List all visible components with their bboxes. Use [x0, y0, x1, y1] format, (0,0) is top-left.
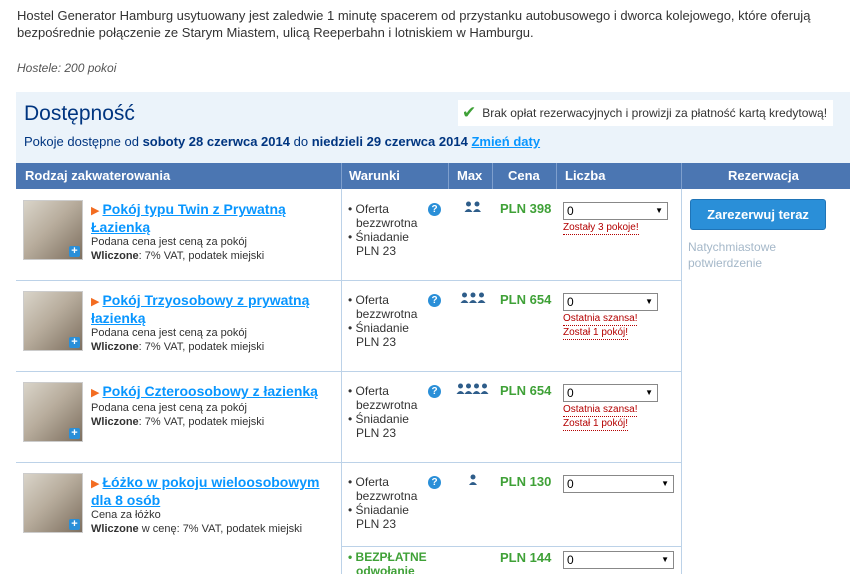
room-price-flexible: PLN 144 — [500, 550, 552, 565]
price-note: Podana cena jest ceną za pokój — [91, 327, 247, 339]
price-note: Podana cena jest ceną za pokój — [91, 236, 247, 248]
availability-section: Dostępność ✔ Brak opłat rezerwacyjnych i… — [16, 92, 850, 574]
conditions: • Oferta bezzwrotna • Śniadanie PLN 23 — [348, 475, 428, 531]
availability-warning: Został 1 pokój! — [563, 327, 629, 340]
dates-mid: do — [293, 134, 309, 149]
room-name-link[interactable]: Pokój typu Twin z Prywatną Łazienką — [91, 201, 286, 235]
last-chance-warning: Ostatnia szansa! — [563, 404, 638, 417]
enlarge-icon[interactable]: + — [69, 519, 80, 530]
header-reservation: Rezerwacja — [728, 168, 799, 183]
availability-title: Dostępność — [24, 102, 135, 125]
last-chance-warning: Ostatnia szansa! — [563, 313, 638, 326]
quantity-select[interactable]: 0 ▼ — [563, 551, 674, 569]
condition-nonrefundable: • Oferta bezzwrotna — [348, 475, 418, 503]
room-photo[interactable]: + — [23, 473, 83, 533]
price-note: Podana cena jest ceną za pokój — [91, 402, 247, 414]
room-photo[interactable]: + — [23, 200, 83, 260]
condition-nonrefundable: • Oferta bezzwrotna — [348, 202, 418, 230]
4-persons-icon — [456, 383, 490, 398]
reservation-column: Zarezerwuj teraz Natychmiastowe potwierd… — [681, 189, 850, 574]
arrow-right-icon: ▶ — [91, 387, 100, 399]
room-name-link[interactable]: Pokój Czteroosobowy z łazienką — [102, 383, 318, 399]
help-icon[interactable]: ? — [428, 294, 441, 307]
3-persons-icon — [460, 292, 486, 307]
condition-breakfast: • Śniadanie PLN 23 — [348, 503, 409, 531]
enlarge-icon[interactable]: + — [69, 337, 80, 348]
arrow-right-icon: ▶ — [91, 478, 100, 490]
rooms-table: + ▶ Pokój typu Twin z Prywatną Łazienką P… — [16, 189, 681, 574]
condition-breakfast: • Śniadanie PLN 23 — [348, 230, 409, 258]
no-fees-badge: ✔ Brak opłat rezerwacyjnych i prowizji z… — [458, 100, 834, 126]
room-photo[interactable]: + — [23, 291, 83, 351]
change-dates-link[interactable]: Zmień daty — [471, 134, 540, 149]
conditions-free-cancel: • BEZPŁATNE odwołanie — [348, 550, 428, 574]
header-max: Max — [457, 168, 483, 183]
quantity-select[interactable]: 0 ▼ — [563, 475, 674, 493]
availability-dates: Pokoje dostępne od soboty 28 czerwca 201… — [24, 134, 540, 149]
room-price: PLN 654 — [500, 292, 552, 307]
room-photo[interactable]: + — [23, 382, 83, 442]
condition-breakfast: • Śniadanie PLN 23 — [348, 412, 409, 440]
header-type: Rodzaj zakwaterowania — [25, 168, 171, 183]
condition-nonrefundable: • Oferta bezzwrotna — [348, 293, 418, 321]
availability-warning: Zostały 3 pokoje! — [563, 222, 639, 235]
instant-confirmation: Natychmiastowe potwierdzenie — [688, 240, 777, 270]
quantity-select[interactable]: 0 ▼ — [563, 202, 668, 220]
enlarge-icon[interactable]: + — [69, 428, 80, 439]
condition-breakfast: • Śniadanie PLN 23 — [348, 321, 409, 349]
help-icon[interactable]: ? — [428, 385, 441, 398]
checkmark-icon: ✔ — [462, 103, 477, 122]
book-now-button[interactable]: Zarezerwuj teraz — [690, 199, 826, 230]
room-price: PLN 398 — [500, 201, 552, 216]
conditions: • Oferta bezzwrotna • Śniadanie PLN 23 — [348, 384, 428, 440]
conditions: • Oferta bezzwrotna • Śniadanie PLN 23 — [348, 202, 428, 258]
header-conditions: Warunki — [349, 168, 400, 183]
header-quantity: Liczba — [565, 168, 606, 183]
condition-nonrefundable: • Oferta bezzwrotna — [348, 384, 418, 412]
price-note: Cena za łóżko — [91, 509, 161, 521]
dates-prefix: Pokoje dostępne od — [24, 134, 139, 149]
availability-warning: Został 1 pokój! — [563, 418, 629, 431]
help-icon[interactable]: ? — [428, 476, 441, 489]
header-price: Cena — [508, 168, 540, 183]
room-price: PLN 130 — [500, 474, 552, 489]
quantity-select[interactable]: 0 ▼ — [563, 384, 658, 402]
quantity-select[interactable]: 0 ▼ — [563, 293, 658, 311]
2-persons-icon — [464, 201, 482, 216]
1-person-icon — [468, 474, 478, 489]
included-note: Wliczone w cenę: 7% VAT, podatek miejski — [91, 523, 303, 535]
included-note: Wliczone: 7% VAT, podatek miejski — [91, 341, 265, 353]
room-price: PLN 654 — [500, 383, 552, 398]
table-header: Rodzaj zakwaterowania Warunki Max Cena L… — [16, 163, 850, 189]
enlarge-icon[interactable]: + — [69, 246, 80, 257]
condition-free-cancellation: • BEZPŁATNE odwołanie — [348, 550, 427, 574]
room-name-link[interactable]: Łóżko w pokoju wieloosobowym dla 8 osób — [91, 474, 319, 508]
hotel-description: Hostel Generator Hamburg usytuowany jest… — [17, 8, 811, 40]
included-note: Wliczone: 7% VAT, podatek miejski — [91, 416, 265, 428]
arrow-right-icon: ▶ — [91, 296, 100, 308]
arrow-right-icon: ▶ — [91, 205, 100, 217]
room-name-link[interactable]: Pokój Trzyosobowy z prywatną łazienką — [91, 292, 309, 326]
date-from: soboty 28 czerwca 2014 — [142, 134, 290, 149]
date-to: niedzieli 29 czerwca 2014 — [311, 134, 468, 149]
hostels-count: Hostele: 200 pokoi — [17, 61, 117, 75]
help-icon[interactable]: ? — [428, 203, 441, 216]
included-note: Wliczone: 7% VAT, podatek miejski — [91, 250, 265, 262]
no-fees-text: Brak opłat rezerwacyjnych i prowizji za … — [482, 106, 828, 120]
conditions: • Oferta bezzwrotna • Śniadanie PLN 23 — [348, 293, 428, 349]
